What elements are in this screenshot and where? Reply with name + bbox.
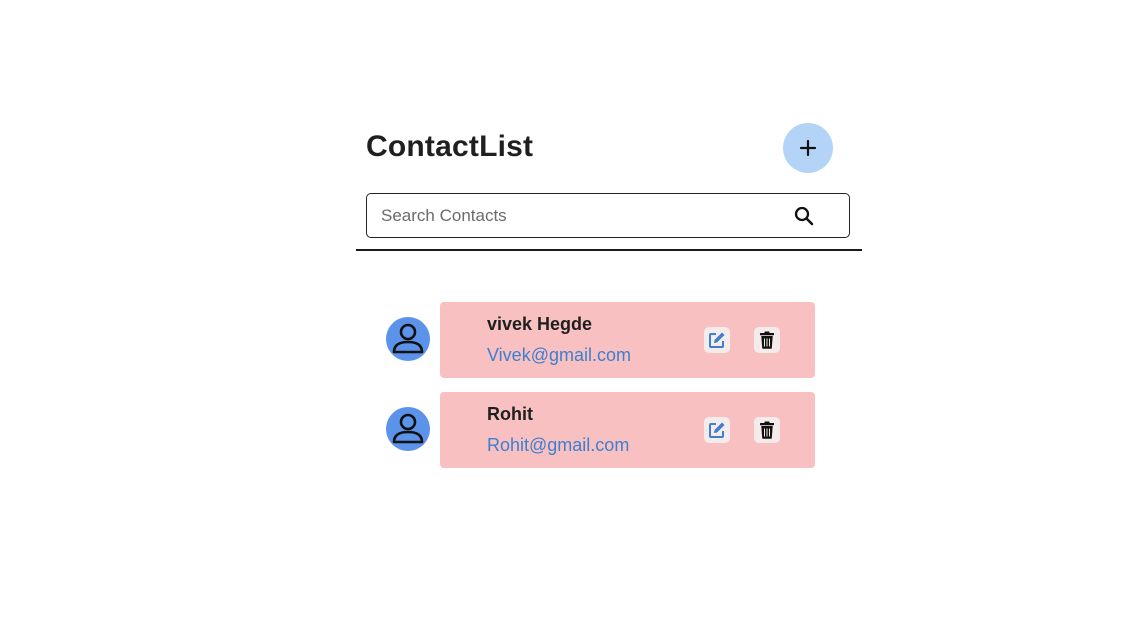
contact-name: vivek Hegde bbox=[487, 314, 593, 334]
user-icon bbox=[392, 323, 424, 354]
header: ContactList bbox=[356, 122, 862, 174]
trash-icon bbox=[760, 421, 774, 439]
add-contact-button[interactable] bbox=[783, 123, 833, 173]
trash-icon bbox=[760, 331, 774, 349]
plus-icon bbox=[799, 139, 817, 157]
search-input[interactable] bbox=[379, 204, 783, 227]
edit-icon bbox=[709, 332, 725, 348]
search-icon[interactable] bbox=[794, 206, 814, 226]
contact-list-app: ContactList vivek Hegde Vivek@gmail.com bbox=[356, 122, 862, 468]
divider bbox=[356, 249, 862, 251]
edit-icon bbox=[709, 422, 725, 438]
search-box bbox=[366, 193, 850, 238]
contact-email: Rohit@gmail.com bbox=[487, 435, 630, 455]
avatar bbox=[386, 407, 430, 451]
contact-name: Rohit bbox=[487, 404, 533, 424]
delete-button[interactable] bbox=[754, 327, 780, 353]
delete-button[interactable] bbox=[754, 417, 780, 443]
edit-button[interactable] bbox=[704, 327, 730, 353]
contact-email: Vivek@gmail.com bbox=[487, 345, 631, 365]
contact-item: Rohit Rohit@gmail.com bbox=[386, 392, 816, 468]
contact-item: vivek Hegde Vivek@gmail.com bbox=[386, 302, 816, 378]
avatar bbox=[386, 317, 430, 361]
contact-card: Rohit Rohit@gmail.com bbox=[440, 392, 815, 468]
edit-button[interactable] bbox=[704, 417, 730, 443]
page-title: ContactList bbox=[366, 130, 534, 163]
user-icon bbox=[392, 413, 424, 444]
contact-card: vivek Hegde Vivek@gmail.com bbox=[440, 302, 815, 378]
